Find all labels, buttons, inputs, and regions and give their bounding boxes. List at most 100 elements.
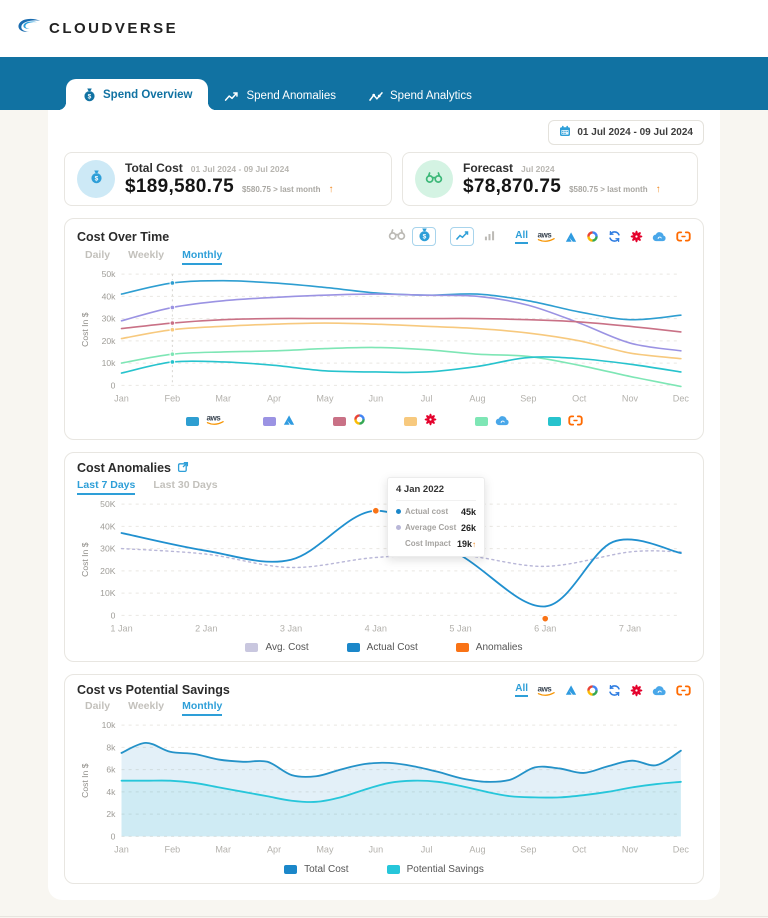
svg-text:5 Jan: 5 Jan (449, 623, 471, 633)
bar-chart-toggle[interactable] (477, 227, 501, 246)
svg-text:2 Jan: 2 Jan (195, 623, 217, 633)
date-range-picker[interactable]: 01 Jul 2024 - 09 Jul 2024 (548, 120, 704, 145)
cost-view-toggle[interactable]: $ (412, 227, 436, 246)
legend-item-total-cost[interactable]: Total Cost (284, 864, 348, 875)
filter-alibaba-cloud-icon[interactable] (676, 231, 691, 242)
external-link-icon[interactable] (177, 461, 189, 476)
svg-text:10k: 10k (102, 358, 117, 368)
filter-all[interactable]: All (515, 230, 528, 244)
anomalies-legend: Avg. Cost Actual Cost Anomalies (77, 639, 691, 656)
legend-item-cloud[interactable] (475, 413, 510, 431)
svg-text:Feb: Feb (165, 845, 181, 855)
svg-text:Aug: Aug (469, 394, 485, 404)
tab-daily[interactable]: Daily (85, 249, 110, 265)
svg-text:Sep: Sep (520, 845, 536, 855)
spend-analytics-icon (368, 91, 384, 102)
svg-text:40K: 40K (100, 521, 116, 531)
legend-item-potential-savings[interactable]: Potential Savings (387, 864, 484, 875)
filter-circular-arrows-icon[interactable] (608, 230, 621, 243)
cost-anomalies-chart: 010K20K30K40K50KCost In $1 Jan2 Jan3 Jan… (77, 498, 691, 640)
svg-text:40k: 40k (102, 291, 117, 301)
forecast-view-toggle[interactable] (385, 227, 409, 246)
card-period: 01 Jul 2024 - 09 Jul 2024 (191, 164, 289, 174)
filter-cloud-icon[interactable] (652, 231, 667, 242)
filter-circular-arrows-icon[interactable] (608, 684, 621, 697)
svg-text:May: May (316, 845, 334, 855)
cost-over-time-chart: 010k20k30k40k50kCost In $JanFebMarAprMay… (77, 268, 691, 410)
svg-text:30k: 30k (102, 314, 117, 324)
svg-text:Aug: Aug (469, 845, 485, 855)
svg-text:Dec: Dec (673, 394, 690, 404)
legend-item-aws[interactable]: aws (186, 413, 225, 431)
svg-text:$: $ (94, 176, 98, 183)
filter-huawei-icon[interactable] (630, 684, 643, 697)
svg-text:Apr: Apr (267, 394, 281, 404)
svg-text:2k: 2k (106, 809, 116, 819)
card-period: Jul 2024 (521, 164, 555, 174)
svg-text:1 Jan: 1 Jan (110, 623, 132, 633)
provider-legend: aws (77, 410, 691, 434)
total-cost-delta: $580.75 > last month (242, 185, 320, 194)
svg-text:Jun: Jun (368, 394, 383, 404)
svg-text:0: 0 (111, 832, 116, 842)
cost-vs-savings-chart: 02k4k6k8k10kCost In $JanFebMarAprMayJunJ… (77, 719, 691, 861)
app-header: CLOUDVERSE (0, 0, 768, 57)
card-title: Total Cost (125, 161, 183, 175)
svg-text:6 Jan: 6 Jan (534, 623, 556, 633)
filter-google-cloud-icon[interactable] (586, 684, 599, 697)
tab-label: Spend Analytics (390, 90, 472, 102)
money-bag-icon: $ (77, 160, 115, 198)
brand-name: CLOUDVERSE (49, 20, 178, 37)
tab-spend-overview[interactable]: $ Spend Overview (66, 79, 208, 110)
line-chart-icon (455, 228, 469, 246)
tooltip-label: Actual cost (405, 507, 448, 516)
legend-item-actual-cost[interactable]: Actual Cost (347, 642, 418, 653)
filter-alibaba-cloud-icon[interactable] (676, 685, 691, 696)
tab-weekly[interactable]: Weekly (128, 700, 164, 716)
total-cost-value: $189,580.75 (125, 176, 234, 198)
legend-item-huawei[interactable] (404, 413, 437, 431)
line-chart-toggle[interactable] (450, 227, 474, 246)
svg-text:8k: 8k (106, 743, 116, 753)
chart-controls: $ All aws (385, 227, 691, 246)
calendar-icon (559, 125, 571, 140)
filter-azure-icon[interactable] (565, 231, 577, 243)
svg-text:Oct: Oct (572, 394, 587, 404)
filter-aws-icon[interactable]: aws (537, 230, 556, 243)
filter-google-cloud-icon[interactable] (586, 230, 599, 243)
svg-text:4 Jan: 4 Jan (365, 623, 387, 633)
legend-item-azure[interactable] (263, 413, 295, 431)
granularity-tabs: Daily Weekly Monthly (85, 249, 691, 265)
huawei-icon (424, 413, 437, 431)
main-panel: 01 Jul 2024 - 09 Jul 2024 $ Total Cost 0… (48, 110, 720, 900)
savings-legend: Total Cost Potential Savings (77, 861, 691, 878)
svg-text:Dec: Dec (673, 845, 690, 855)
tab-weekly[interactable]: Weekly (128, 249, 164, 265)
tab-spend-analytics[interactable]: Spend Analytics (352, 82, 488, 110)
legend-item-alibaba[interactable] (548, 413, 583, 431)
tab-spend-anomalies[interactable]: Spend Anomalies (208, 82, 352, 110)
view-mode-toggle-group: $ (385, 227, 436, 246)
tab-daily[interactable]: Daily (85, 700, 110, 716)
legend-item-google-cloud[interactable] (333, 413, 366, 431)
average-cost-dot (396, 525, 401, 530)
legend-item-avg-cost[interactable]: Avg. Cost (245, 642, 308, 653)
tab-last-7-days[interactable]: Last 7 Days (77, 479, 135, 495)
svg-text:aws: aws (206, 413, 221, 422)
svg-text:20k: 20k (102, 336, 117, 346)
filter-cloud-icon[interactable] (652, 685, 667, 696)
tab-monthly[interactable]: Monthly (182, 700, 222, 716)
section-title: Cost Over Time (77, 230, 169, 244)
tooltip-date: 4 Jan 2022 (396, 484, 476, 501)
up-arrow-icon: ↑ (656, 184, 661, 195)
filter-all[interactable]: All (515, 683, 528, 697)
section-title: Cost vs Potential Savings (77, 683, 230, 697)
provider-filters: All aws (515, 230, 691, 244)
legend-item-anomalies[interactable]: Anomalies (456, 642, 523, 653)
filter-azure-icon[interactable] (565, 684, 577, 696)
filter-huawei-icon[interactable] (630, 230, 643, 243)
svg-text:Nov: Nov (622, 845, 639, 855)
tab-monthly[interactable]: Monthly (182, 249, 222, 265)
filter-aws-icon[interactable]: aws (537, 684, 556, 697)
tab-last-30-days[interactable]: Last 30 Days (153, 479, 217, 495)
